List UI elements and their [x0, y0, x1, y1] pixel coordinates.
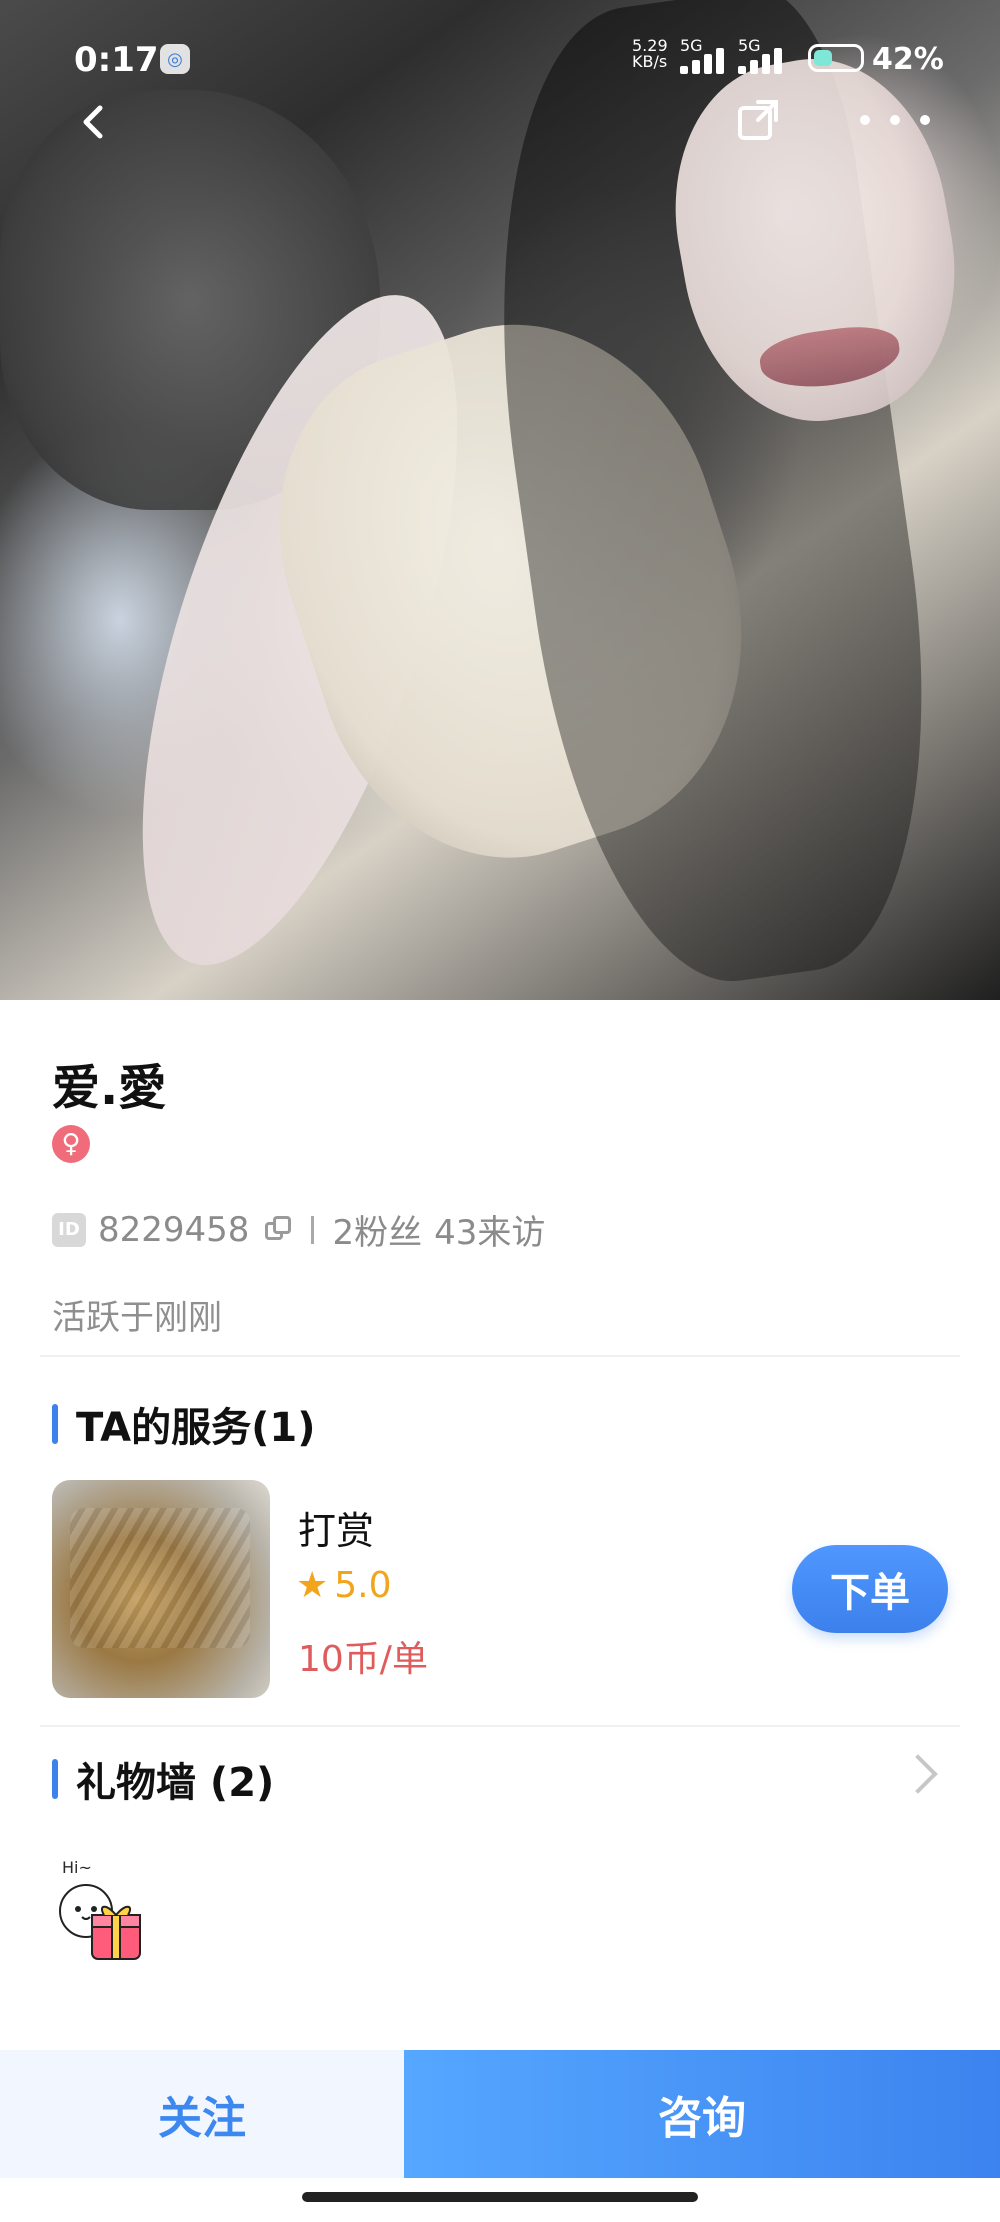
more-dot-1	[860, 115, 870, 125]
id-badge: ID	[52, 1212, 86, 1247]
id-fans-visitors-row: ID 8229458 2粉丝 43来访	[52, 1205, 545, 1254]
follow-button[interactable]: 关注	[0, 2050, 404, 2178]
profile-id: 8229458	[98, 1209, 250, 1250]
service-image[interactable]	[52, 1480, 270, 1698]
active-status: 活跃于刚刚	[52, 1298, 222, 1338]
fans-count: 2粉丝	[332, 1213, 423, 1253]
profile-cover-photo	[0, 0, 1000, 1002]
order-button[interactable]: 下单	[792, 1545, 948, 1633]
signal-2-label: 5G	[738, 36, 761, 55]
service-price: 10币/单	[298, 1639, 428, 1680]
gift-sticker-svg: Hi~	[59, 1858, 141, 1960]
service-rating: ★ 5.0	[296, 1565, 392, 1606]
service-name[interactable]: 打赏	[298, 1500, 374, 1555]
profile-divider-2	[40, 1725, 960, 1727]
chevron-left-icon-svg	[83, 105, 103, 139]
network-speed: 5.29 KB/s	[632, 38, 668, 70]
status-time: 0:17	[74, 40, 159, 80]
visitors-count: 43来访	[434, 1213, 546, 1253]
female-gender-icon: ♀	[52, 1125, 90, 1163]
gift-wall-title-text: 礼物墙 (2)	[76, 1760, 275, 1806]
more-dot-3	[920, 115, 930, 125]
consult-button[interactable]: 咨询	[404, 2050, 1000, 2178]
section-accent-bar	[52, 1404, 58, 1444]
gift-sticker-text: Hi~	[62, 1858, 92, 1877]
profile-name: 爱.愛	[52, 1060, 167, 1116]
gift-wall-section-title[interactable]: 礼物墙 (2)	[52, 1750, 274, 1808]
status-bar: 0:17 ◎ 5.29 KB/s 5G 5G 42%	[0, 0, 1000, 140]
battery-icon	[808, 44, 864, 72]
battery-percentage: 42%	[872, 42, 944, 77]
stats-divider	[311, 1215, 315, 1244]
gift-sticker[interactable]: Hi~	[50, 1855, 170, 1975]
more-icon[interactable]	[860, 102, 930, 138]
signal-strength-2-icon: 5G	[738, 36, 808, 74]
copy-icon[interactable]	[261, 1214, 293, 1246]
share-icon-svg	[738, 100, 778, 140]
share-icon[interactable]	[730, 90, 790, 150]
chevron-left-icon[interactable]	[64, 92, 124, 152]
section-accent-bar	[52, 1759, 58, 1799]
profile-divider-1	[40, 1355, 960, 1357]
notification-app-icon: ◎	[160, 44, 190, 74]
chevron-right-icon[interactable]	[898, 1754, 938, 1794]
more-dot-2	[890, 115, 900, 125]
home-indicator[interactable]	[302, 2192, 698, 2202]
services-title-text: TA的服务(1)	[76, 1405, 316, 1451]
services-section-title: TA的服务(1)	[52, 1395, 316, 1453]
star-icon: ★	[296, 1565, 329, 1606]
network-speed-unit: KB/s	[632, 52, 668, 71]
bottom-action-bar: 关注 咨询	[0, 2050, 1000, 2178]
signal-1-label: 5G	[680, 36, 703, 55]
service-rating-value: 5.0	[334, 1565, 392, 1606]
